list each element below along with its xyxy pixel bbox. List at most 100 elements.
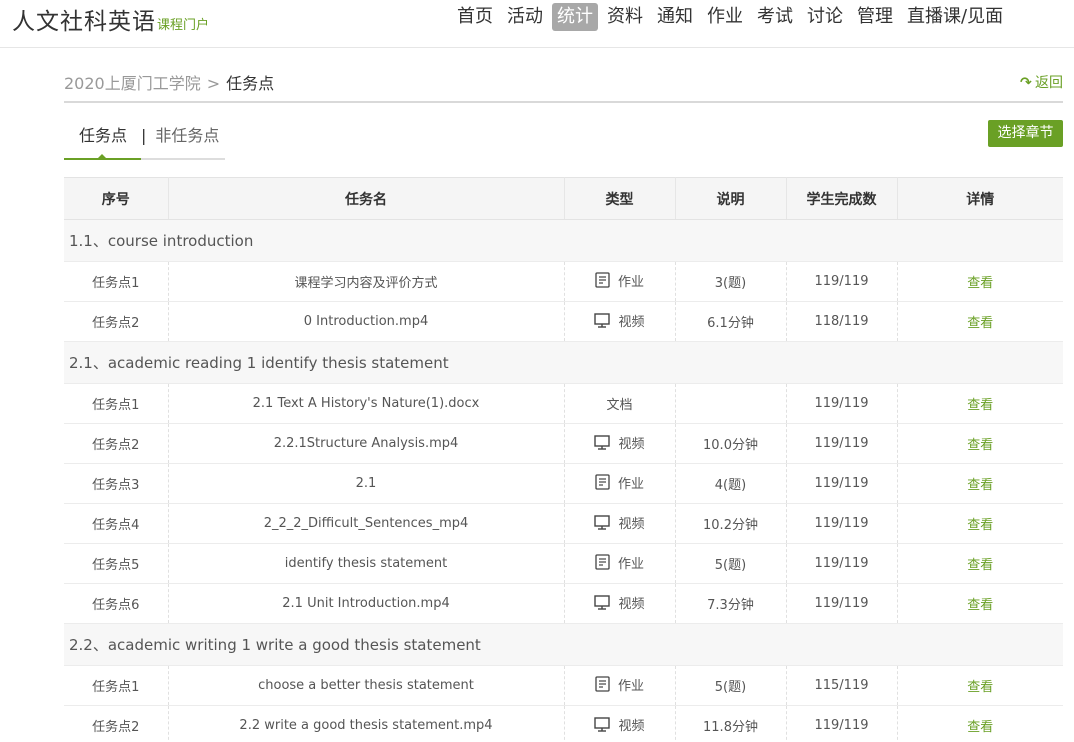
nav-item-5[interactable]: 作业 — [702, 3, 748, 31]
select-chapter-button[interactable]: 选择章节 — [988, 120, 1063, 147]
table-row: 任务点6 2.1 Unit Introduction.mp4 视频 7.3分钟 119/… — [64, 583, 1063, 624]
breadcrumb-parent[interactable]: 2020上厦门工学院 — [64, 74, 201, 93]
view-detail-link[interactable]: 查看 — [967, 720, 993, 735]
task-completed-count: 118/119 — [786, 301, 898, 342]
task-name: 2.1 Text A History's Nature(1).docx — [168, 383, 565, 424]
task-note: 3(题) — [675, 261, 787, 302]
task-completed-count: 119/119 — [786, 423, 898, 464]
task-name: 课程学习内容及评价方式 — [168, 261, 565, 302]
back-arrow-icon: ↶ — [1020, 75, 1032, 91]
nav-item-8[interactable]: 管理 — [852, 3, 898, 31]
task-index: 任务点3 — [64, 463, 169, 504]
tab-non-task-points[interactable]: 非任务点 — [155, 124, 219, 158]
task-completed-count: 115/119 — [786, 665, 898, 706]
task-index: 任务点2 — [64, 301, 169, 342]
nav-item-1[interactable]: 活动 — [502, 3, 548, 31]
table-row: 任务点1 课程学习内容及评价方式 作业 3(题) 119/119 查看 — [64, 261, 1063, 302]
nav-item-6[interactable]: 考试 — [752, 3, 798, 31]
chapter-title: 2.1、academic reading 1 identify thesis s… — [64, 341, 1063, 384]
table-header-row: 序号 任务名 类型 说明 学生完成数 详情 — [64, 177, 1063, 220]
task-name: 2.1 — [168, 463, 565, 504]
task-detail-cell: 查看 — [897, 301, 1063, 342]
video-icon — [594, 313, 611, 332]
task-note: 11.8分钟 — [675, 705, 787, 742]
chapter-title: 2.2、academic writing 1 write a good thes… — [64, 623, 1063, 666]
breadcrumb-divider — [64, 101, 1063, 103]
task-index: 任务点1 — [64, 383, 169, 424]
breadcrumb-separator: > — [206, 74, 221, 93]
tab-task-points[interactable]: 任务点 — [64, 124, 142, 160]
table-row: 任务点2 2.2 write a good thesis statement.mp… — [64, 705, 1063, 742]
view-detail-link[interactable]: 查看 — [967, 438, 993, 453]
task-type: 作业 — [564, 261, 676, 302]
video-icon — [594, 595, 611, 614]
nav-item-4[interactable]: 通知 — [652, 3, 698, 31]
view-detail-link[interactable]: 查看 — [967, 598, 993, 613]
nav-item-9[interactable]: 直播课/见面 — [902, 3, 1008, 31]
task-type: 视频 — [564, 583, 676, 624]
task-completed-count: 119/119 — [786, 383, 898, 424]
homework-icon — [595, 676, 610, 696]
task-tabs: 任务点 | 非任务点 — [64, 124, 225, 160]
view-detail-link[interactable]: 查看 — [967, 316, 993, 331]
task-index: 任务点2 — [64, 423, 169, 464]
task-index: 任务点1 — [64, 261, 169, 302]
tab-task-points-label: 任务点 — [79, 126, 128, 145]
task-type: 文档 — [564, 383, 676, 424]
task-type-label: 视频 — [618, 517, 645, 532]
task-type-label: 视频 — [618, 315, 645, 330]
col-header-detail: 详情 — [897, 177, 1063, 220]
nav-item-7[interactable]: 讨论 — [802, 3, 848, 31]
task-completed-count: 119/119 — [786, 583, 898, 624]
task-detail-cell: 查看 — [897, 423, 1063, 464]
course-logo[interactable]: 人文社科英语课程门户 — [12, 2, 209, 36]
task-detail-cell: 查看 — [897, 665, 1063, 706]
top-header: 人文社科英语课程门户 首页 活动 统计 资料 通知 作业 考试 讨论 管理 直播课/见面 — [0, 0, 1074, 48]
task-note: 10.0分钟 — [675, 423, 787, 464]
task-note: 7.3分钟 — [675, 583, 787, 624]
task-completed-count: 119/119 — [786, 543, 898, 584]
view-detail-link[interactable]: 查看 — [967, 518, 993, 533]
task-table: 序号 任务名 类型 说明 学生完成数 详情 1.1、course introdu… — [64, 177, 1063, 742]
col-header-completed: 学生完成数 — [786, 177, 898, 220]
task-type-label: 作业 — [617, 476, 644, 492]
task-note: 10.2分钟 — [675, 503, 787, 544]
nav-item-2[interactable]: 统计 — [552, 3, 598, 31]
task-index: 任务点5 — [64, 543, 169, 584]
task-index: 任务点2 — [64, 705, 169, 742]
back-link[interactable]: ↶ 返回 — [1020, 72, 1063, 92]
task-note — [675, 383, 787, 424]
task-name: 2.2 write a good thesis statement.mp4 — [168, 705, 565, 742]
task-completed-count: 119/119 — [786, 261, 898, 302]
nav-item-3[interactable]: 资料 — [602, 3, 648, 31]
view-detail-link[interactable]: 查看 — [967, 558, 993, 573]
col-header-index: 序号 — [64, 177, 169, 220]
table-row: 任务点2 2.2.1Structure Analysis.mp4 视频 10.0分钟 1… — [64, 423, 1063, 464]
task-detail-cell: 查看 — [897, 503, 1063, 544]
video-icon — [594, 717, 611, 736]
view-detail-link[interactable]: 查看 — [967, 276, 993, 291]
task-type-label: 作业 — [617, 274, 644, 290]
chapter-title: 1.1、course introduction — [64, 219, 1063, 262]
task-detail-cell: 查看 — [897, 705, 1063, 742]
task-index: 任务点6 — [64, 583, 169, 624]
back-label: 返回 — [1035, 75, 1063, 91]
view-detail-link[interactable]: 查看 — [967, 680, 993, 695]
task-completed-count: 119/119 — [786, 503, 898, 544]
task-type-label: 视频 — [618, 437, 645, 452]
task-type: 视频 — [564, 423, 676, 464]
task-index: 任务点1 — [64, 665, 169, 706]
task-detail-cell: 查看 — [897, 463, 1063, 504]
view-detail-link[interactable]: 查看 — [967, 478, 993, 493]
nav-item-0[interactable]: 首页 — [452, 3, 498, 31]
task-name: 2_2_2_Difficult_Sentences_mp4 — [168, 503, 565, 544]
table-row: 任务点5 identify thesis statement 作业 5(题) 119/1… — [64, 543, 1063, 584]
task-note: 5(题) — [675, 665, 787, 706]
chapter-row: 2.2、academic writing 1 write a good thes… — [64, 623, 1063, 666]
task-type-label: 视频 — [618, 719, 645, 734]
view-detail-link[interactable]: 查看 — [967, 398, 993, 413]
task-name: 2.2.1Structure Analysis.mp4 — [168, 423, 565, 464]
col-header-name: 任务名 — [168, 177, 565, 220]
homework-icon — [595, 272, 610, 292]
breadcrumb: 2020上厦门工学院 > 任务点 — [64, 70, 274, 94]
